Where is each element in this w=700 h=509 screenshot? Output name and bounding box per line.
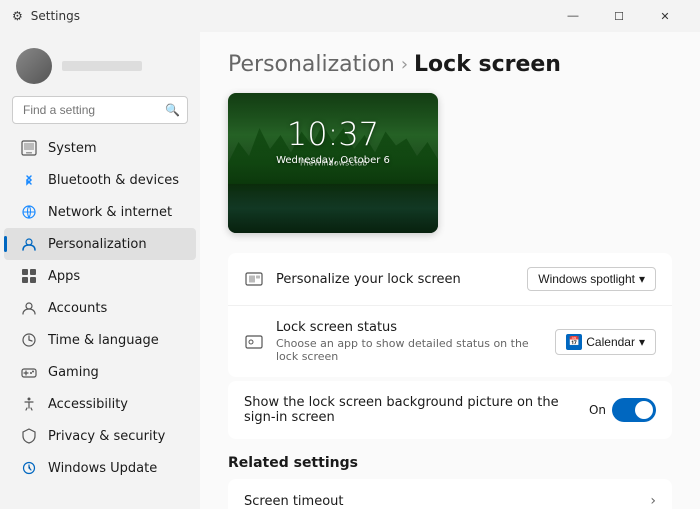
sidebar-item-system[interactable]: System [4, 132, 196, 164]
sidebar-nav: System Bluetooth & devices Network & int… [0, 132, 200, 484]
time-icon [20, 331, 38, 349]
sidebar-item-label-gaming: Gaming [48, 365, 99, 380]
sidebar-item-apps[interactable]: Apps [4, 260, 196, 292]
search-input[interactable] [12, 96, 188, 124]
calendar-label: Calendar [586, 335, 635, 349]
personalize-lock-text: Personalize your lock screen [276, 272, 515, 287]
sidebar-item-personalization[interactable]: Personalization [4, 228, 196, 260]
sidebar-item-label-system: System [48, 141, 96, 156]
titlebar-left: ⚙ Settings [12, 9, 80, 23]
sidebar-item-label-bluetooth: Bluetooth & devices [48, 173, 179, 188]
search-box: 🔍 [12, 96, 188, 124]
lock-status-icon [244, 332, 264, 352]
settings-row-personalize: Personalize your lock screen Windows spo… [228, 253, 672, 306]
lock-status-text: Lock screen status Choose an app to show… [276, 320, 543, 363]
apps-icon [20, 267, 38, 285]
app-body: 🔍 System Bluetooth & devices Network & i… [0, 32, 700, 509]
breadcrumb-separator: › [401, 54, 408, 75]
maximize-button[interactable]: ☐ [596, 0, 642, 32]
sidebar-item-label-network: Network & internet [48, 205, 172, 220]
user-name [62, 61, 142, 71]
search-icon: 🔍 [165, 103, 180, 117]
sidebar-item-network[interactable]: Network & internet [4, 196, 196, 228]
personalization-icon [20, 235, 38, 253]
gaming-icon [20, 363, 38, 381]
sidebar-item-label-privacy: Privacy & security [48, 429, 165, 444]
privacy-icon [20, 427, 38, 445]
accessibility-icon [20, 395, 38, 413]
calendar-dropdown[interactable]: 📅 Calendar ▾ [555, 329, 656, 355]
related-settings-title: Related settings [228, 455, 672, 471]
spotlight-label: Windows spotlight [538, 272, 635, 286]
lockscreen-time: 10:37 [287, 115, 379, 153]
bluetooth-icon [20, 171, 38, 189]
close-button[interactable]: ✕ [642, 0, 688, 32]
sidebar-item-time[interactable]: Time & language [4, 324, 196, 356]
titlebar-controls: — ☐ ✕ [550, 0, 688, 32]
chevron-down-icon-2: ▾ [639, 335, 645, 349]
sidebar-item-update[interactable]: Windows Update [4, 452, 196, 484]
calendar-icon: 📅 [566, 334, 582, 350]
settings-row-toggle: Show the lock screen background picture … [228, 381, 672, 439]
lock-status-title: Lock screen status [276, 320, 543, 335]
settings-row-status: Lock screen status Choose an app to show… [228, 306, 672, 377]
sidebar-item-privacy[interactable]: Privacy & security [4, 420, 196, 452]
screen-timeout-chevron: › [650, 493, 656, 509]
personalize-lock-title: Personalize your lock screen [276, 272, 515, 287]
toggle-knob [635, 401, 653, 419]
titlebar: ⚙ Settings — ☐ ✕ [0, 0, 700, 32]
toggle-state: On [589, 403, 606, 417]
sidebar-item-label-personalization: Personalization [48, 237, 147, 252]
screen-timeout-label: Screen timeout [244, 494, 344, 509]
breadcrumb: Personalization › Lock screen [228, 52, 672, 77]
lock-status-control: 📅 Calendar ▾ [555, 329, 656, 355]
user-profile [0, 40, 200, 96]
sidebar-item-bluetooth[interactable]: Bluetooth & devices [4, 164, 196, 196]
accounts-icon [20, 299, 38, 317]
sidebar-item-accessibility[interactable]: Accessibility [4, 388, 196, 420]
lock-screen-icon [244, 269, 264, 289]
sidebar-item-label-time: Time & language [48, 333, 159, 348]
sidebar-item-label-update: Windows Update [48, 461, 157, 476]
sidebar-item-label-accounts: Accounts [48, 301, 107, 316]
lock-status-desc: Choose an app to show detailed status on… [276, 337, 543, 363]
titlebar-title: Settings [31, 9, 80, 23]
toggle-text: Show the lock screen background picture … [244, 395, 577, 425]
update-icon [20, 459, 38, 477]
toggle-title: Show the lock screen background picture … [244, 395, 577, 425]
breadcrumb-current: Lock screen [414, 52, 561, 77]
minimize-button[interactable]: — [550, 0, 596, 32]
toggle-control: On [589, 398, 656, 422]
screen-timeout-row[interactable]: Screen timeout › [228, 479, 672, 509]
sidebar-item-label-apps: Apps [48, 269, 80, 284]
settings-card-toggle: Show the lock screen background picture … [228, 381, 672, 439]
sign-in-toggle[interactable] [612, 398, 656, 422]
sidebar-item-label-accessibility: Accessibility [48, 397, 128, 412]
sidebar: 🔍 System Bluetooth & devices Network & i… [0, 32, 200, 509]
content-area: Personalization › Lock screen 10:37 Wedn… [200, 32, 700, 509]
avatar [16, 48, 52, 84]
lockscreen-date: Wednesday, October 6 [276, 155, 390, 166]
personalize-lock-control: Windows spotlight ▾ [527, 267, 656, 291]
settings-icon: ⚙ [12, 9, 23, 23]
sidebar-item-gaming[interactable]: Gaming [4, 356, 196, 388]
avatar-image [16, 48, 52, 84]
chevron-down-icon: ▾ [639, 272, 645, 286]
settings-card-lock: Personalize your lock screen Windows spo… [228, 253, 672, 377]
system-icon [20, 139, 38, 157]
lockscreen-preview: 10:37 Wednesday, October 6 TheWindowsClu… [228, 93, 438, 233]
breadcrumb-parent[interactable]: Personalization [228, 52, 395, 77]
spotlight-dropdown[interactable]: Windows spotlight ▾ [527, 267, 656, 291]
network-icon [20, 203, 38, 221]
sidebar-item-accounts[interactable]: Accounts [4, 292, 196, 324]
